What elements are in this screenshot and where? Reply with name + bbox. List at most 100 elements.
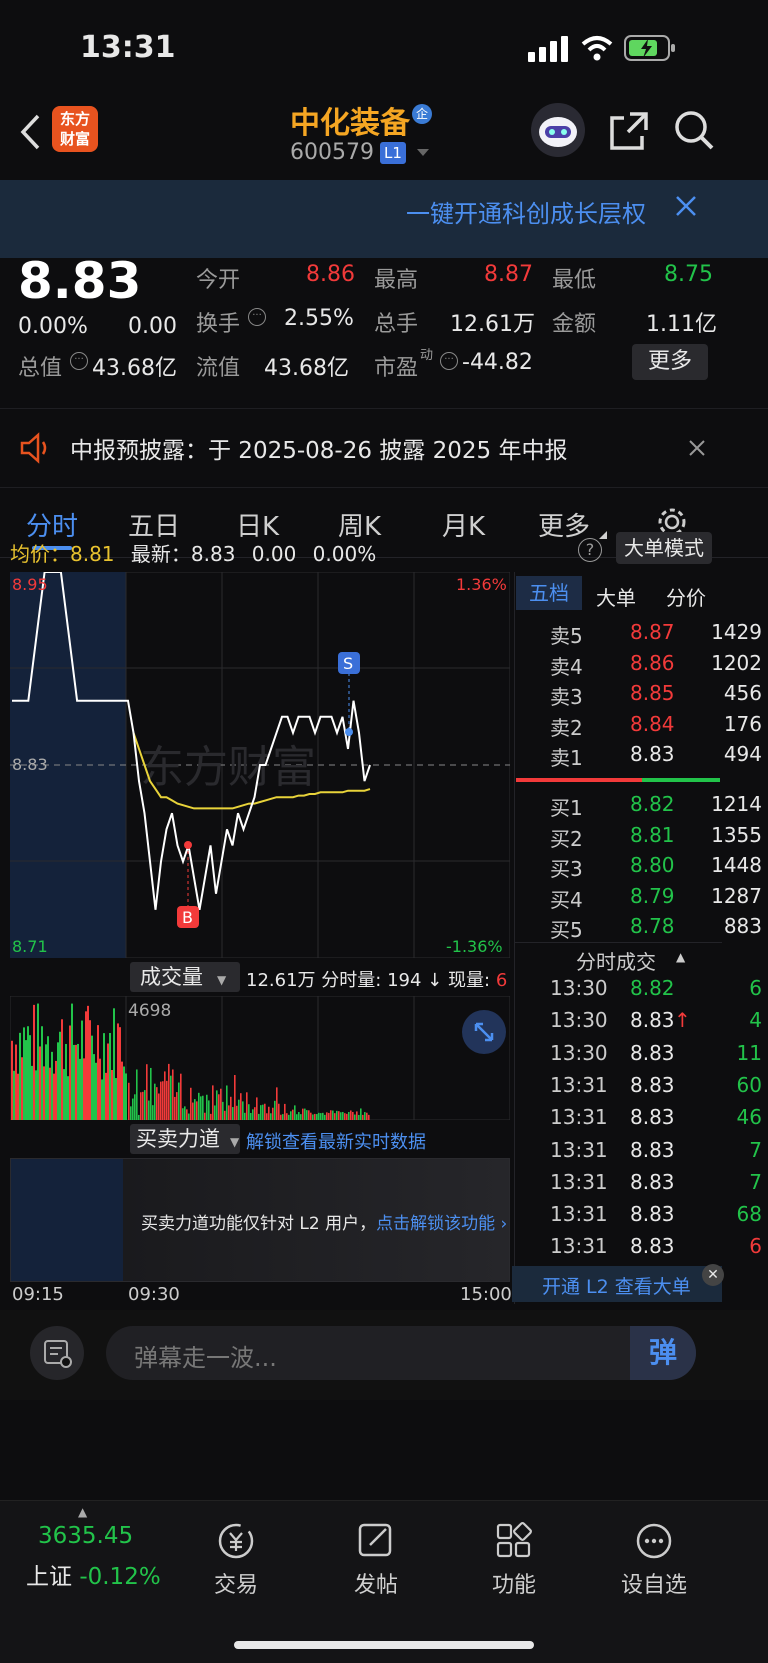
robot-assistant-icon[interactable]: [530, 102, 586, 158]
expand-button[interactable]: [462, 1010, 506, 1054]
force-unlock-link[interactable]: 点击解锁该功能: [376, 1214, 495, 1234]
level-label: 买3: [550, 857, 583, 881]
volume-bar: [336, 1110, 338, 1120]
force-locked-panel[interactable]: 买卖力道功能仅针对 L2 用户，点击解锁该功能 ›: [10, 1158, 510, 1282]
volume-bar: [184, 1106, 186, 1120]
volume-bar: [330, 1110, 332, 1120]
volume-bar: [200, 1096, 202, 1120]
volume-bar: [55, 1060, 57, 1120]
volume-bar: [266, 1113, 268, 1120]
volume-bar: [73, 1044, 75, 1120]
volume-bar: [23, 1027, 25, 1120]
volume-bar: [290, 1111, 292, 1120]
volume-bar: [198, 1092, 200, 1120]
back-icon[interactable]: [18, 112, 42, 152]
chevron-down-icon[interactable]: [416, 148, 430, 158]
info-icon[interactable]: ···: [440, 352, 458, 370]
level-price: 8.86: [630, 650, 675, 675]
volume-bar: [320, 1113, 322, 1120]
volume-bar: [136, 1069, 138, 1120]
volume-bar: [95, 1062, 97, 1120]
share-icon[interactable]: [608, 110, 650, 152]
bid-row[interactable]: 买4 8.79 1287: [548, 884, 762, 916]
volume-bar: [368, 1114, 370, 1120]
trade-price: 8.83: [630, 1234, 675, 1259]
volume-bar: [119, 1027, 121, 1120]
bid-row[interactable]: 买3 8.80 1448: [548, 853, 762, 885]
volume-bar: [274, 1100, 276, 1120]
info-icon[interactable]: ···: [70, 352, 88, 370]
help-icon[interactable]: ?: [578, 538, 602, 562]
volume-bar: [258, 1113, 260, 1120]
ask-row[interactable]: 卖1 8.83 494: [548, 742, 762, 774]
volume-bar: [160, 1081, 162, 1120]
promo-banner[interactable]: 一键开通科创成长层权: [0, 180, 768, 258]
volume-bar: [43, 1066, 45, 1120]
force-select[interactable]: 买卖力道 ▼: [130, 1124, 240, 1154]
volume-bar: [97, 1025, 99, 1120]
volume-bar: [252, 1109, 254, 1120]
close-icon[interactable]: [688, 439, 706, 457]
volume-bar: [130, 1106, 132, 1120]
intraday-price-chart[interactable]: 东方财富 8.95 8.83 8.71 1.36% -1.36% B S: [10, 572, 510, 958]
close-icon[interactable]: ✕: [702, 1264, 724, 1286]
trades-title[interactable]: 分时成交: [576, 946, 656, 975]
l2-banner-text[interactable]: 开通 L2 查看大单: [542, 1272, 691, 1299]
ask-row[interactable]: 卖4 8.86 1202: [548, 651, 762, 683]
ask-row[interactable]: 卖2 8.84 176: [548, 712, 762, 744]
l2-banner[interactable]: 开通 L2 查看大单 ✕: [512, 1264, 724, 1302]
nav-post[interactable]: 发帖: [316, 1521, 436, 1599]
trade-volume: 4: [749, 1008, 762, 1033]
volume-select[interactable]: 成交量 ▼: [130, 962, 240, 992]
volume-bar: [318, 1112, 320, 1120]
volume-bar: [21, 1057, 23, 1120]
volume-bar: [146, 1064, 148, 1120]
index-summary[interactable]: 上证 -0.12%: [26, 1557, 161, 1591]
unlock-link[interactable]: 解锁查看最新实时数据: [246, 1128, 426, 1154]
edit-icon: [358, 1523, 392, 1557]
ask-row[interactable]: 卖5 8.87 1429: [548, 620, 762, 652]
y-min-label: 8.71: [12, 937, 48, 956]
volume-bar: [132, 1098, 134, 1120]
app-logo[interactable]: 东方 财富: [52, 106, 98, 152]
volume-bar: [115, 1078, 117, 1120]
level-label: 卖2: [550, 715, 583, 740]
volume-bar: [53, 1073, 55, 1120]
tab-price-dist[interactable]: 分价: [666, 582, 706, 611]
volume-bar: [256, 1097, 258, 1120]
nav-functions[interactable]: 功能: [454, 1521, 574, 1599]
bid-row[interactable]: 买1 8.82 1214: [548, 792, 762, 824]
trade-row: 13:31 8.83 60: [548, 1073, 762, 1107]
level-volume: 176: [723, 711, 762, 736]
tab-monthly-k[interactable]: 月K: [442, 506, 485, 543]
status-bar: 13:31: [0, 0, 768, 90]
info-icon[interactable]: ···: [248, 308, 266, 326]
pe-dynamic-label: 动: [420, 348, 434, 363]
close-icon[interactable]: [674, 194, 698, 218]
chart-info: 均价：8.81 最新：8.83 0.00 0.00%: [10, 538, 376, 567]
nav-watchlist-settings[interactable]: 设自选: [594, 1521, 714, 1599]
banner-text[interactable]: 一键开通科创成长层权: [406, 194, 654, 229]
more-button[interactable]: 更多: [632, 344, 708, 380]
volume-bar: [344, 1113, 346, 1120]
level-label: 卖5: [550, 624, 583, 648]
tab-more[interactable]: 更多: [538, 506, 590, 543]
trade-time: 13:30: [550, 1040, 608, 1065]
level-price: 8.82: [630, 792, 675, 816]
notice-bar[interactable]: 中报预披露：于 2025-08-26 披露 2025 年中报: [0, 408, 768, 488]
danmu-input[interactable]: 弹幕走一波... 弹: [106, 1326, 696, 1380]
bid-row[interactable]: 买2 8.81 1355: [548, 823, 762, 855]
big-order-mode-button[interactable]: 大单模式: [616, 532, 712, 564]
ask-row[interactable]: 卖3 8.85 456: [548, 681, 762, 713]
low-label: 最低: [552, 268, 597, 293]
tab-big-orders[interactable]: 大单: [596, 582, 636, 611]
volume-chart[interactable]: 4698: [10, 996, 510, 1120]
level-badge[interactable]: L1: [380, 142, 406, 164]
speaker-icon: [20, 432, 47, 464]
tab-five-levels[interactable]: 五档: [516, 576, 582, 610]
index-value[interactable]: 3635.45: [38, 1523, 133, 1549]
nav-trade[interactable]: 交易: [176, 1521, 296, 1599]
danmu-send-button[interactable]: 弹: [630, 1326, 696, 1380]
search-icon[interactable]: [672, 108, 716, 152]
danmu-settings-button[interactable]: [30, 1326, 84, 1380]
